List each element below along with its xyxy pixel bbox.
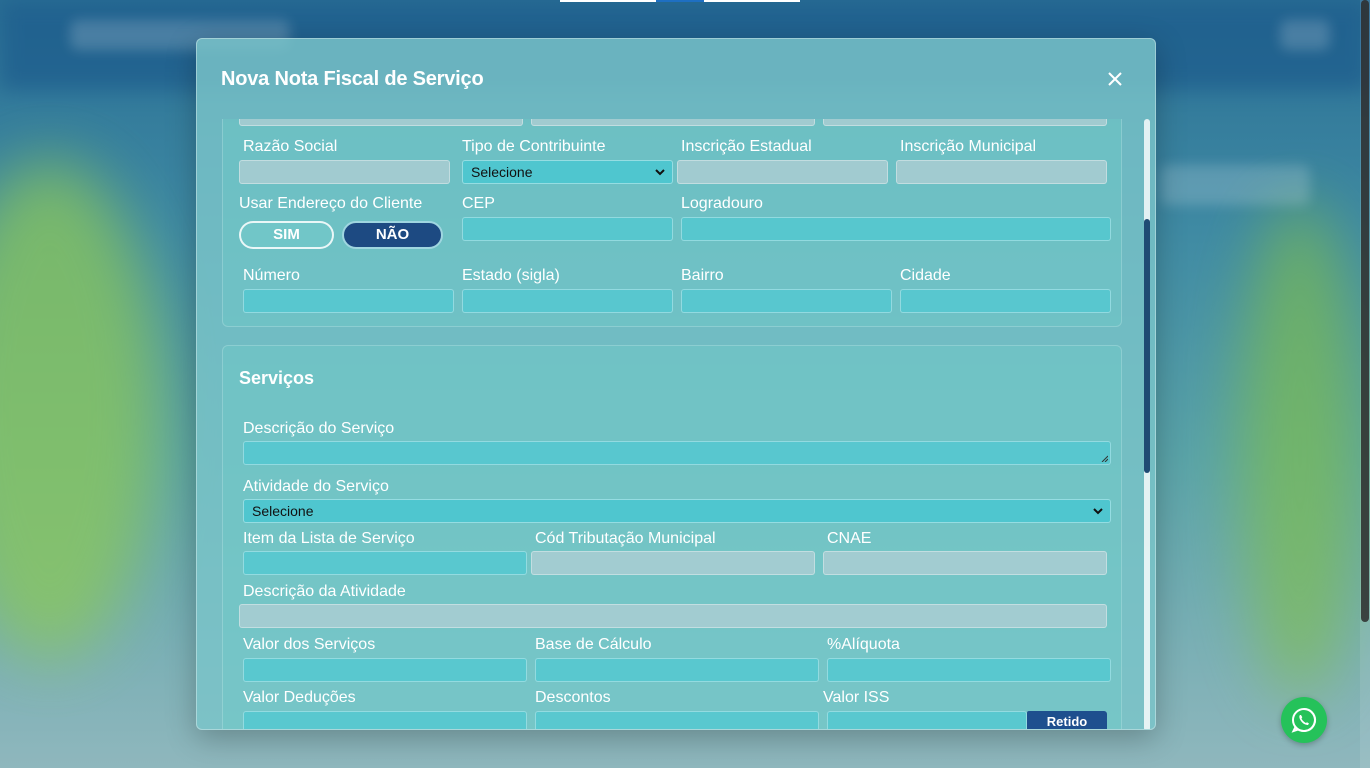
descontos-label: Descontos xyxy=(535,689,611,706)
bairro-label: Bairro xyxy=(681,267,724,284)
descricao-servico-textarea[interactable] xyxy=(243,441,1111,465)
whatsapp-button[interactable] xyxy=(1281,697,1327,743)
razao-social-label: Razão Social xyxy=(243,138,338,155)
valor-deducoes-label: Valor Deduções xyxy=(243,689,356,706)
inscricao-estadual-label: Inscrição Estadual xyxy=(681,138,812,155)
valor-servicos-input[interactable] xyxy=(243,658,527,682)
cidade-label: Cidade xyxy=(900,267,951,284)
inscricao-municipal-label: Inscrição Municipal xyxy=(900,138,1037,155)
cnae-input[interactable] xyxy=(823,551,1107,575)
backdrop-card xyxy=(1280,20,1330,50)
backdrop-right-glow xyxy=(1240,200,1360,700)
item-lista-input[interactable] xyxy=(243,551,527,575)
cod-tributacao-label: Cód Tributação Municipal xyxy=(535,530,716,547)
close-icon xyxy=(1108,72,1122,86)
tipo-contribuinte-select[interactable]: Selecione xyxy=(462,160,673,184)
inscricao-municipal-input[interactable] xyxy=(896,160,1107,184)
input-clipped[interactable] xyxy=(239,119,523,126)
valor-deducoes-input[interactable] xyxy=(243,711,527,729)
usar-endereco-nao-button[interactable]: NÃO xyxy=(342,221,443,249)
tipo-contribuinte-label: Tipo de Contribuinte xyxy=(462,138,606,155)
cnae-label: CNAE xyxy=(827,530,872,547)
aliquota-input[interactable] xyxy=(827,658,1111,682)
descontos-input[interactable] xyxy=(535,711,819,729)
usar-endereco-label: Usar Endereço do Cliente xyxy=(239,195,423,212)
inscricao-estadual-input[interactable] xyxy=(677,160,888,184)
cliente-card: Razão Social Tipo de Contribuinte Inscri… xyxy=(222,119,1122,327)
base-calculo-input[interactable] xyxy=(535,658,819,682)
modal-scrollbar[interactable] xyxy=(1143,119,1151,729)
bairro-input[interactable] xyxy=(681,289,892,313)
razao-social-input[interactable] xyxy=(239,160,450,184)
valor-servicos-label: Valor dos Serviços xyxy=(243,636,376,653)
valor-iss-label: Valor ISS xyxy=(823,689,890,706)
cod-tributacao-input[interactable] xyxy=(531,551,815,575)
backdrop-left-glow xyxy=(0,160,160,660)
cep-input[interactable] xyxy=(462,217,673,241)
usar-endereco-sim-button[interactable]: SIM xyxy=(239,221,334,249)
input-clipped[interactable] xyxy=(531,119,815,126)
retido-button[interactable]: Retido xyxy=(1027,711,1107,729)
numero-input[interactable] xyxy=(243,289,454,313)
close-button[interactable] xyxy=(1105,69,1125,89)
resize-grip-icon xyxy=(1101,455,1108,462)
atividade-servico-value: Selecione xyxy=(252,503,314,519)
item-lista-label: Item da Lista de Serviço xyxy=(243,530,415,547)
atividade-servico-select[interactable]: Selecione xyxy=(243,499,1111,523)
descricao-servico-label: Descrição do Serviço xyxy=(243,420,395,437)
nota-fiscal-modal: Nova Nota Fiscal de Serviço Razão Social… xyxy=(196,38,1156,730)
logradouro-label: Logradouro xyxy=(681,195,763,212)
logradouro-input[interactable] xyxy=(681,217,1111,241)
modal-header: Nova Nota Fiscal de Serviço xyxy=(197,39,1155,119)
chevron-down-icon xyxy=(1093,508,1103,515)
page-scrollbar[interactable] xyxy=(1360,0,1370,768)
servicos-title: Serviços xyxy=(239,368,315,388)
estado-input[interactable] xyxy=(462,289,673,313)
tipo-contribuinte-value: Selecione xyxy=(471,164,533,180)
cep-label: CEP xyxy=(462,195,495,212)
estado-label: Estado (sigla) xyxy=(462,267,560,284)
atividade-servico-label: Atividade do Serviço xyxy=(243,478,389,495)
valor-iss-input[interactable] xyxy=(827,711,1027,729)
chevron-down-icon xyxy=(655,169,665,176)
aliquota-label: %Alíquota xyxy=(827,636,900,653)
base-calculo-label: Base de Cálculo xyxy=(535,636,652,653)
whatsapp-icon xyxy=(1291,708,1316,733)
servicos-card: Serviços Descrição do Serviço Atividade … xyxy=(222,345,1122,729)
descricao-atividade-input[interactable] xyxy=(239,604,1107,628)
modal-body: Razão Social Tipo de Contribuinte Inscri… xyxy=(197,119,1155,729)
cidade-input[interactable] xyxy=(900,289,1111,313)
input-clipped[interactable] xyxy=(823,119,1107,126)
backdrop-card xyxy=(1160,165,1310,205)
top-tab-indicator xyxy=(560,0,800,2)
numero-label: Número xyxy=(243,267,300,284)
descricao-atividade-label: Descrição da Atividade xyxy=(243,583,406,600)
modal-title: Nova Nota Fiscal de Serviço xyxy=(221,68,484,90)
